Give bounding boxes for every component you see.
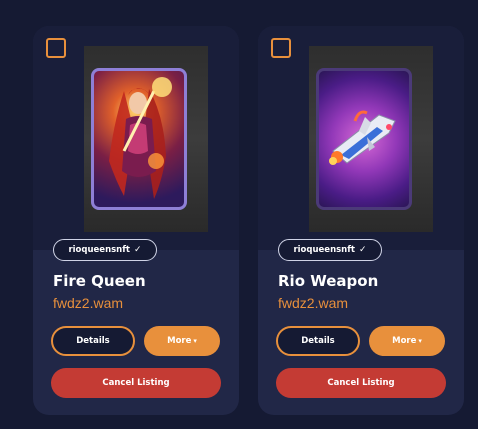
details-label: Details bbox=[76, 336, 110, 346]
details-label: Details bbox=[301, 336, 335, 346]
rio-weapon-illustration bbox=[329, 110, 396, 165]
chevron-down-icon: ▾ bbox=[418, 337, 422, 345]
select-checkbox[interactable] bbox=[46, 38, 66, 58]
owner-name: rioqueensnft bbox=[293, 245, 355, 255]
details-button[interactable]: Details bbox=[51, 326, 135, 356]
check-icon: ✓ bbox=[134, 245, 142, 255]
cancel-listing-button[interactable]: Cancel Listing bbox=[276, 368, 446, 398]
card-media-area bbox=[258, 26, 464, 250]
rio-weapon-artwork[interactable] bbox=[316, 68, 412, 210]
cancel-label: Cancel Listing bbox=[327, 378, 395, 388]
more-label: More bbox=[167, 336, 192, 346]
fire-queen-illustration bbox=[109, 77, 172, 199]
collection-owner-badge[interactable]: rioqueensnft ✓ bbox=[53, 239, 157, 261]
owner-name: rioqueensnft bbox=[68, 245, 130, 255]
nft-title: Fire Queen bbox=[53, 272, 146, 290]
cancel-listing-button[interactable]: Cancel Listing bbox=[51, 368, 221, 398]
seller-wallet[interactable]: fwdz2.wam bbox=[53, 295, 123, 311]
more-button[interactable]: More ▾ bbox=[369, 326, 445, 356]
cancel-label: Cancel Listing bbox=[102, 378, 170, 388]
check-icon: ✓ bbox=[359, 245, 367, 255]
details-button[interactable]: Details bbox=[276, 326, 360, 356]
nft-image-frame bbox=[309, 46, 433, 232]
seller-wallet[interactable]: fwdz2.wam bbox=[278, 295, 348, 311]
fire-queen-artwork[interactable] bbox=[91, 68, 187, 210]
chevron-down-icon: ▾ bbox=[193, 337, 197, 345]
collection-owner-badge[interactable]: rioqueensnft ✓ bbox=[278, 239, 382, 261]
card-media-area bbox=[33, 26, 239, 250]
listing-card: rioqueensnft ✓ Rio Weapon fwdz2.wam Deta… bbox=[258, 26, 464, 415]
more-label: More bbox=[392, 336, 417, 346]
nft-title: Rio Weapon bbox=[278, 272, 379, 290]
nft-image-frame bbox=[84, 46, 208, 232]
select-checkbox[interactable] bbox=[271, 38, 291, 58]
listing-card: rioqueensnft ✓ Fire Queen fwdz2.wam Deta… bbox=[33, 26, 239, 415]
more-button[interactable]: More ▾ bbox=[144, 326, 220, 356]
